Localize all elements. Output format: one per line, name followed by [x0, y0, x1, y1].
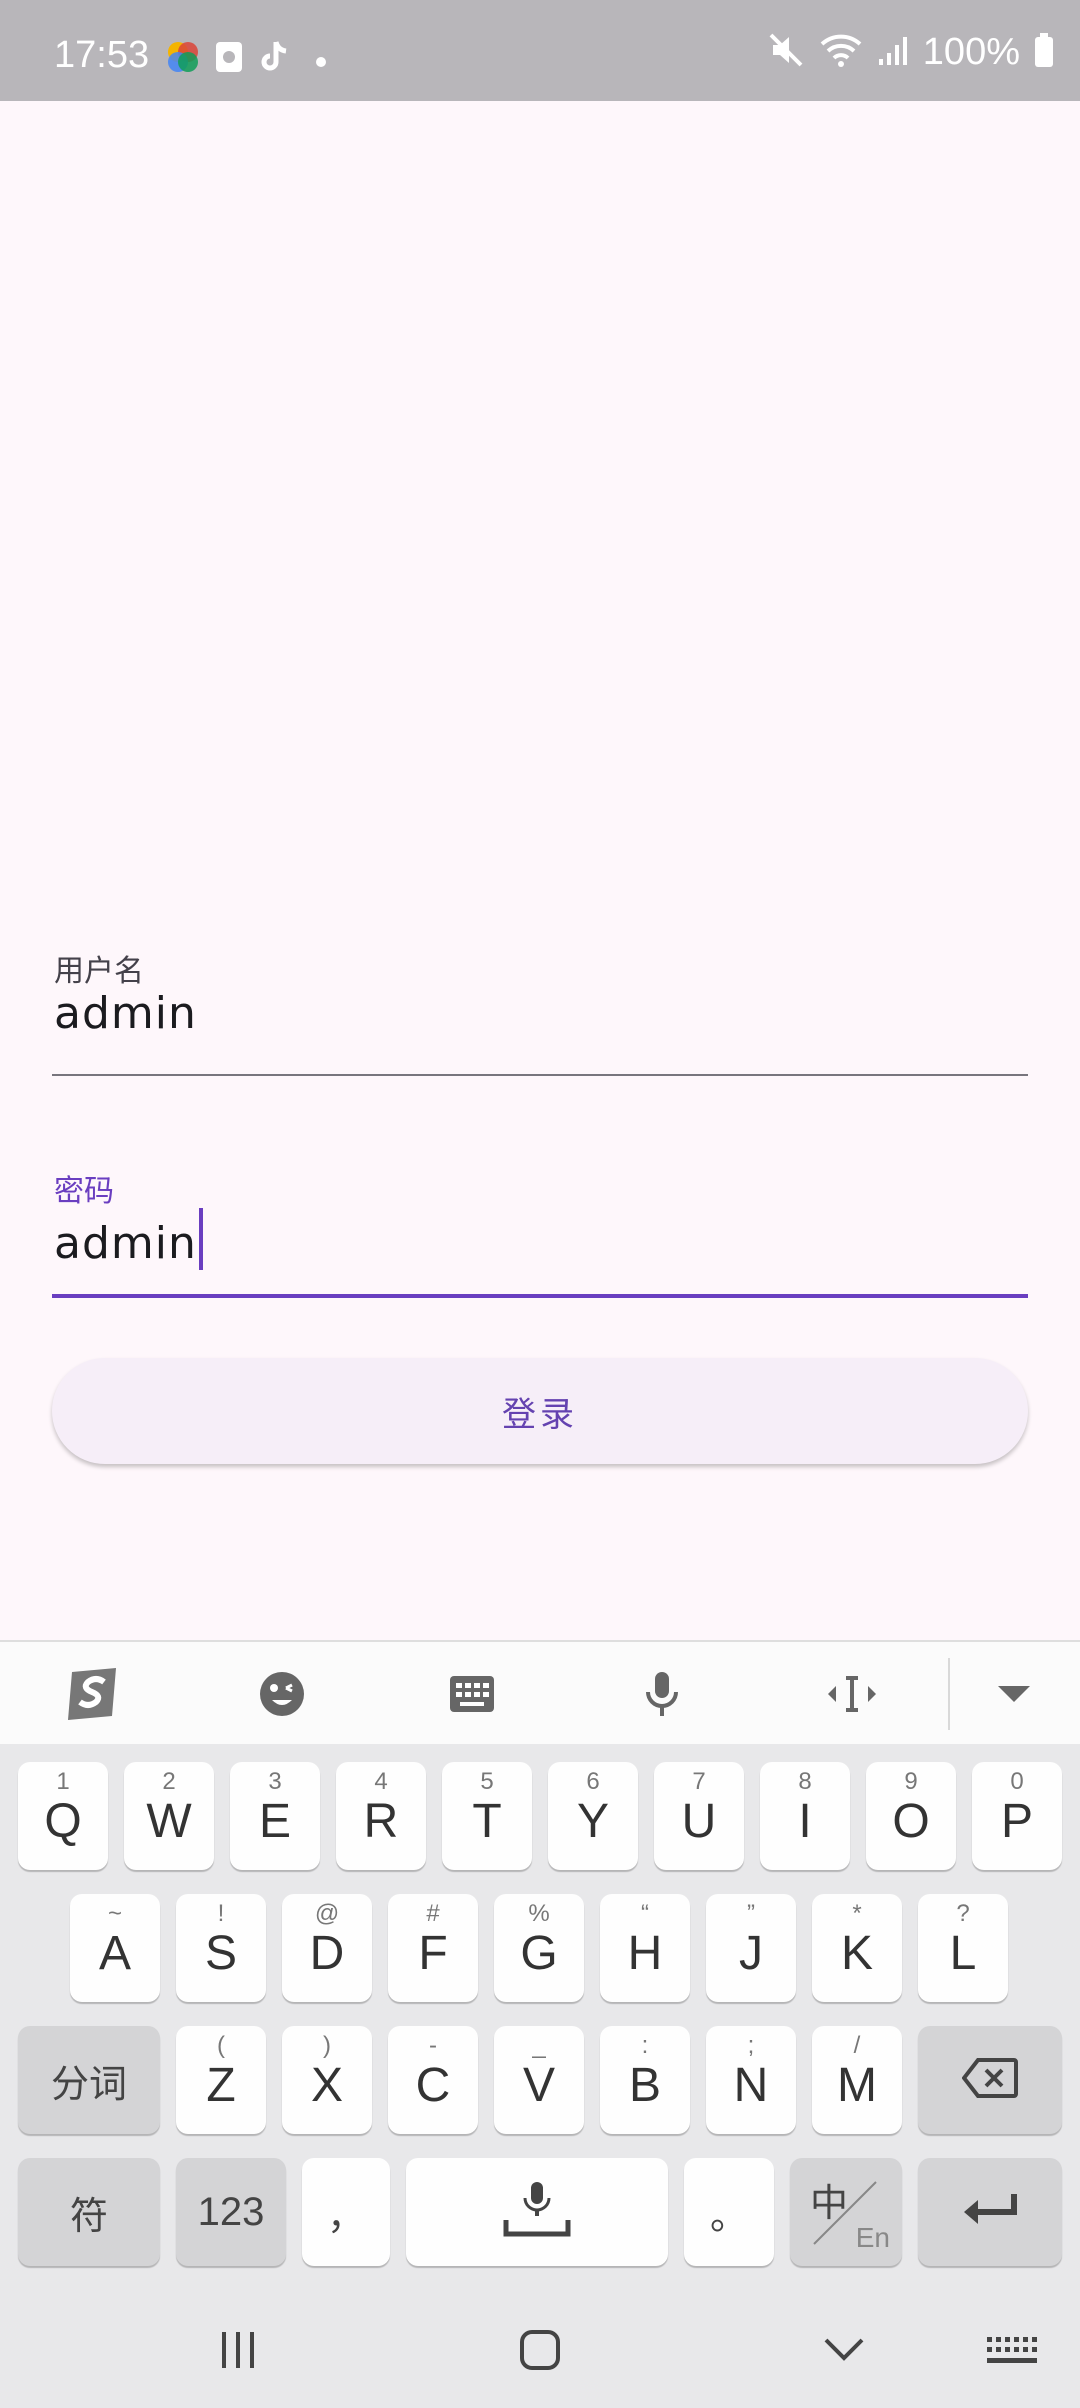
login-button-label: 登录	[502, 1394, 578, 1435]
microphone-icon[interactable]	[632, 1664, 692, 1724]
photos-icon	[166, 40, 200, 74]
key-x[interactable]: ) X	[282, 2026, 372, 2134]
status-bar: 17:53 100%	[0, 0, 1080, 101]
sogou-logo-icon[interactable]	[64, 1664, 124, 1724]
back-icon[interactable]	[814, 2320, 874, 2380]
key-a[interactable]: ~ A	[70, 1894, 160, 2002]
key-p[interactable]: 0P	[972, 1762, 1062, 1870]
key-y[interactable]: 6Y	[548, 1762, 638, 1870]
signal-icon	[877, 33, 909, 71]
key-v[interactable]: _ V	[494, 2026, 584, 2134]
emoji-icon[interactable]	[252, 1664, 312, 1724]
text-cursor	[198, 1208, 203, 1270]
key-k[interactable]: * K	[812, 1894, 902, 2002]
key-t[interactable]: 5T	[442, 1762, 532, 1870]
enter-key[interactable]	[918, 2158, 1062, 2266]
key-c[interactable]: -C	[388, 2026, 478, 2134]
space-mic-icon	[502, 2180, 572, 2245]
password-underline	[52, 1294, 1028, 1298]
battery-icon	[1034, 33, 1054, 71]
period-key[interactable]: 。	[684, 2158, 774, 2266]
key-b[interactable]: :B	[600, 2026, 690, 2134]
key-e[interactable]: 3E	[230, 1762, 320, 1870]
username-field[interactable]: 用户名 admin	[52, 940, 1028, 1080]
mute-icon	[767, 31, 805, 73]
enter-icon	[962, 2192, 1018, 2233]
symbol-key[interactable]: 符	[18, 2158, 160, 2266]
password-label: 密码	[54, 1174, 114, 1209]
space-key[interactable]	[406, 2158, 668, 2266]
key-n[interactable]: ; N	[706, 2026, 796, 2134]
home-icon[interactable]	[510, 2320, 570, 2380]
recent-apps-icon[interactable]	[208, 2320, 268, 2380]
key-r[interactable]: 4R	[336, 1762, 426, 1870]
password-field[interactable]: 密码 admin	[52, 1160, 1028, 1302]
toolbar-divider	[948, 1658, 950, 1730]
lang-sub-label: En	[855, 2222, 890, 2253]
cursor-move-icon[interactable]	[822, 1664, 882, 1724]
status-time: 17:53	[54, 34, 150, 76]
status-right-group: 100%	[767, 30, 1054, 74]
key-l[interactable]: ? L	[918, 1894, 1008, 2002]
login-button[interactable]: 登录	[52, 1358, 1028, 1464]
key-j[interactable]: ” J	[706, 1894, 796, 2002]
key-i[interactable]: 8I	[760, 1762, 850, 1870]
key-g[interactable]: % G	[494, 1894, 584, 2002]
collapse-keyboard-icon[interactable]	[984, 1664, 1044, 1724]
key-q[interactable]: 1Q	[18, 1762, 108, 1870]
battery-percentage: 100%	[922, 30, 1020, 73]
tiktok-icon	[258, 40, 292, 74]
username-label: 用户名	[54, 954, 144, 989]
number-key[interactable]: 123	[176, 2158, 286, 2266]
username-value[interactable]: admin	[54, 988, 197, 1039]
notification-dot-icon	[316, 52, 326, 67]
navigation-bar	[0, 2290, 1080, 2408]
key-m[interactable]: / M	[812, 2026, 902, 2134]
key-w[interactable]: 2W	[124, 1762, 214, 1870]
keyboard-switch-icon[interactable]	[982, 2320, 1042, 2380]
key-o[interactable]: 9O	[866, 1762, 956, 1870]
key-s[interactable]: ! S	[176, 1894, 266, 2002]
keyboard-toolbar	[0, 1640, 1080, 1744]
key-h[interactable]: “H	[600, 1894, 690, 2002]
keyboard-icon[interactable]	[442, 1664, 502, 1724]
backspace-key[interactable]	[918, 2026, 1062, 2134]
segment-key[interactable]: 分词	[18, 2026, 160, 2134]
username-underline	[52, 1074, 1028, 1076]
comma-key[interactable]: ，	[302, 2158, 390, 2266]
sim-toolkit-icon	[214, 40, 248, 74]
password-value: admin	[54, 1218, 197, 1269]
password-input-area[interactable]: admin	[54, 1208, 203, 1270]
wifi-icon	[819, 32, 863, 72]
key-f[interactable]: # F	[388, 1894, 478, 2002]
key-d[interactable]: @ D	[282, 1894, 372, 2002]
key-z[interactable]: (Z	[176, 2026, 266, 2134]
key-u[interactable]: 7U	[654, 1762, 744, 1870]
backspace-icon	[961, 2057, 1018, 2103]
language-switch-key[interactable]: 中 En	[790, 2158, 902, 2266]
